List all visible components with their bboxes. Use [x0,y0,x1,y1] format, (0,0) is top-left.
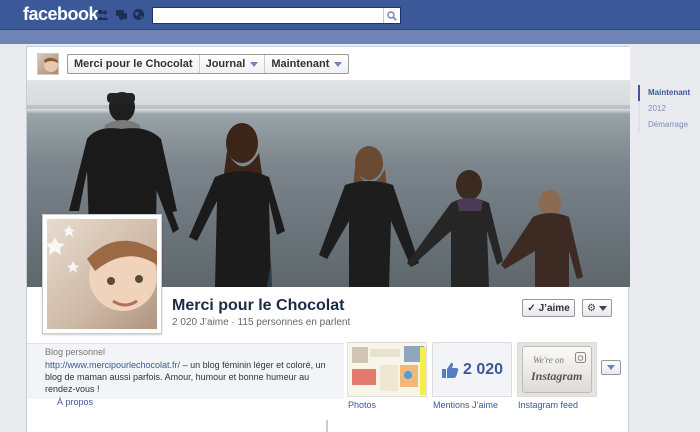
photos-label[interactable]: Photos [348,400,376,410]
instagram-app-tile[interactable]: We're on Instagram [517,342,597,397]
page-category: Blog personnel [45,347,106,357]
messages-icon[interactable] [115,8,128,21]
website-link[interactable]: http://www.mercipourlechocolat.fr/ [45,360,180,370]
breadcrumb-bar: Merci pour le Chocolat Journal Maintenan… [27,47,630,81]
breadcrumb-page-name[interactable]: Merci pour le Chocolat [68,55,200,73]
thumbs-up-icon [441,362,459,378]
timeline-spine [326,420,328,432]
about-box: Blog personnel http://www.mercipourlecho… [27,343,344,399]
page-title[interactable]: Merci pour le Chocolat [172,297,344,315]
check-icon: ✓ [527,302,536,314]
search-button[interactable] [383,8,400,23]
timeline-page: Merci pour le Chocolat Journal Maintenan… [26,46,630,432]
settings-button[interactable]: ⚙ [582,299,612,317]
top-bar: facebook [0,0,700,30]
notifications-globe-icon[interactable] [132,8,145,21]
chevron-down-icon [250,61,259,67]
photos-app-tile[interactable] [347,342,427,397]
likes-label[interactable]: Mentions J’aime [433,400,498,410]
sub-bar [0,30,700,44]
photos-collage-image [348,343,426,396]
friend-requests-icon[interactable] [96,8,109,21]
timeline-nav-start[interactable]: Démarrage [638,117,700,133]
timeline-nav: Maintenant 2012 Démarrage [638,85,700,133]
chevron-down-icon [607,365,615,370]
page-thumbnail[interactable] [37,53,59,75]
camera-icon [575,352,586,363]
facebook-logo[interactable]: facebook [23,4,99,25]
likes-app-tile[interactable]: 2 020 [432,342,512,397]
breadcrumb-now[interactable]: Maintenant [265,55,348,73]
child-face-image [47,225,157,311]
chevron-down-icon [334,61,343,67]
search-icon [387,10,397,21]
page-stats: 2 020 J’aime · 115 personnes en parlent [172,317,351,328]
like-button[interactable]: ✓ J’aime [522,299,575,317]
likes-count: 2 020 [462,360,504,378]
more-apps-button[interactable] [601,360,621,375]
profile-picture[interactable] [42,214,162,334]
instagram-label[interactable]: Instagram feed [518,400,578,410]
breadcrumb-journal[interactable]: Journal [200,55,266,73]
timeline-nav-now[interactable]: Maintenant [638,85,700,101]
search-field[interactable] [152,7,401,24]
about-link[interactable]: À propos [57,397,93,407]
gear-icon: ⚙ [587,302,596,314]
timeline-nav-2012[interactable]: 2012 [638,101,700,117]
breadcrumb: Merci pour le Chocolat Journal Maintenan… [67,54,350,74]
page-description: http://www.mercipourlechocolat.fr/ – un … [45,360,326,394]
chevron-down-icon [598,305,607,311]
instagram-wordmark: Instagram [531,369,583,383]
instagram-tagline: We're on [533,355,565,365]
